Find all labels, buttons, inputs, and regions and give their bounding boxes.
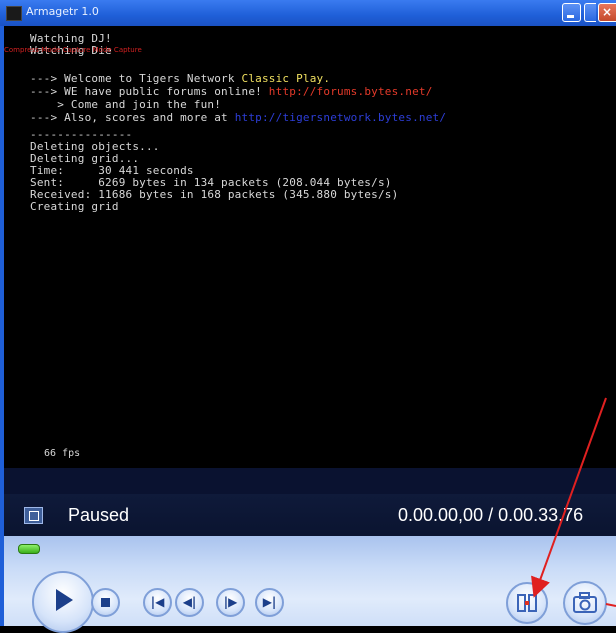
annotation-arrow xyxy=(531,397,607,598)
annotation-arrows xyxy=(531,397,616,607)
annotation-arrow-2 xyxy=(605,603,616,607)
